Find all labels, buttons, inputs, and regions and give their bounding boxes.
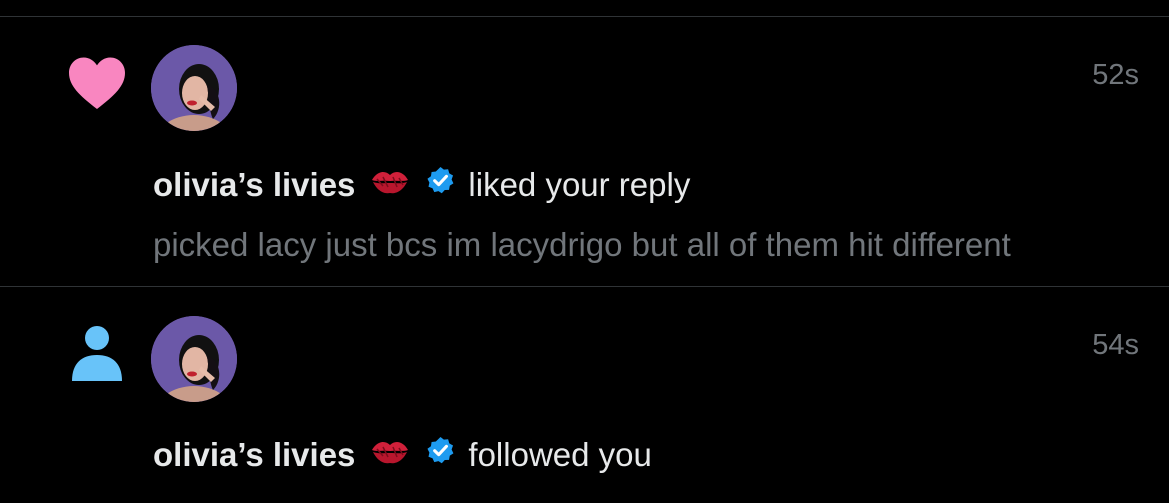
heart-icon	[66, 55, 128, 116]
person-icon	[70, 325, 124, 388]
kiss-mark-icon	[369, 166, 411, 204]
user-name[interactable]: olivia’s livies	[153, 436, 355, 474]
kiss-mark-icon	[369, 436, 411, 474]
action-text: followed you	[468, 435, 652, 473]
verified-badge-icon	[425, 165, 456, 204]
timestamp: 54s	[1092, 329, 1139, 361]
notification-like[interactable]: 52s olivia’s livies liked your reply pic…	[0, 17, 1169, 286]
timestamp: 52s	[1092, 59, 1139, 91]
user-name[interactable]: olivia’s livies	[153, 166, 355, 204]
notification-follow[interactable]: 54s olivia’s livies followed you	[0, 287, 1169, 503]
verified-badge-icon	[425, 435, 456, 474]
avatar[interactable]	[151, 316, 237, 402]
action-text: liked your reply	[468, 165, 691, 203]
avatar[interactable]	[151, 45, 237, 131]
reply-preview[interactable]: picked lacy just bcs im lacydrigo but al…	[153, 226, 1011, 264]
notification-text: olivia’s livies followed you	[153, 435, 652, 474]
notification-text: olivia’s livies liked your reply	[153, 165, 690, 204]
